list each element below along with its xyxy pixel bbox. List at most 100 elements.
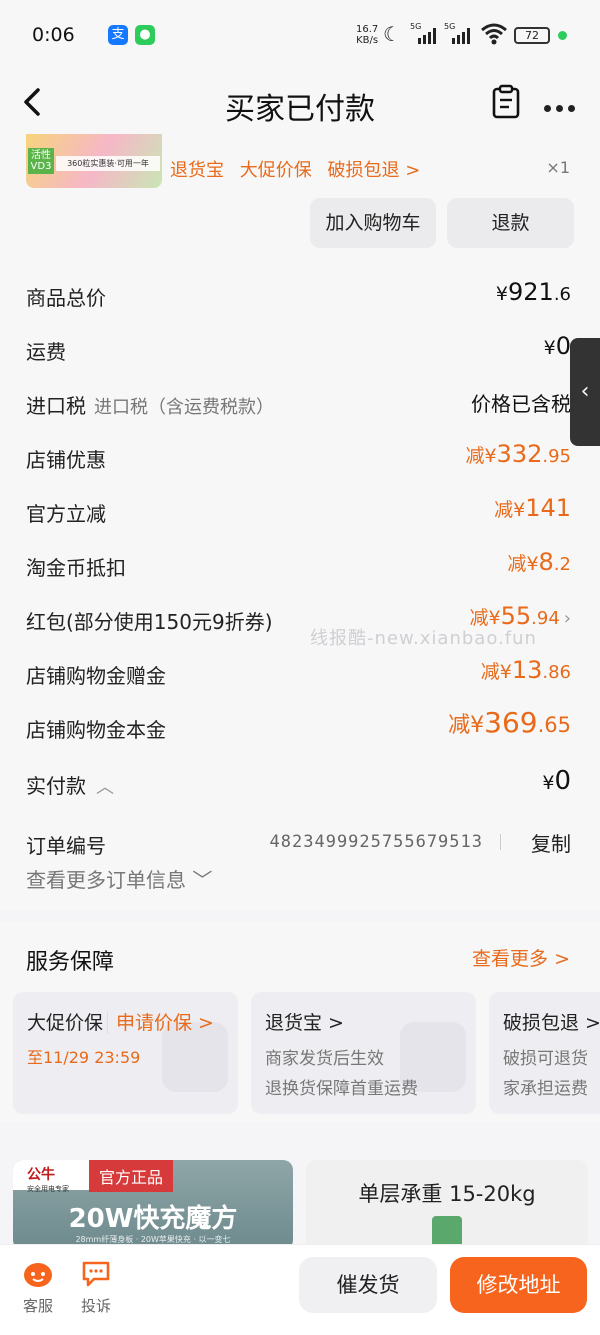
tag-price-protect: 大促价保	[239, 160, 312, 181]
tag-return-insurance: 退货宝	[170, 160, 224, 181]
row-value: 减¥141	[494, 494, 571, 522]
row-value: ¥0	[542, 766, 571, 796]
status-time: 0:06	[32, 24, 75, 46]
sim1-label: 5G	[410, 22, 422, 31]
customer-service-label: 客服	[22, 1297, 53, 1315]
battery-icon: 72	[514, 27, 550, 44]
row-label: 店铺优惠	[26, 448, 106, 472]
wechat-icon: ●	[135, 25, 155, 45]
chevron-up-icon: ︿	[96, 777, 114, 798]
service-card-damage-return[interactable]: 破损包退 > 破损可退货 家承担运费	[489, 992, 600, 1114]
price-row-paid[interactable]: 实付款 ︿ ¥0	[26, 764, 571, 804]
card-line: 退换货保障首重运费	[265, 1079, 418, 1099]
recommendations: 公牛 安全用电专家 官方正品 20W快充魔方 28mm纤薄身板 · 20W苹果快充…	[0, 1134, 600, 1250]
service-card-return-insurance[interactable]: 退货宝 > 商家发货后生效 退换货保障首重运费	[251, 992, 476, 1114]
product-quantity: ×1	[546, 158, 570, 177]
urge-shipment-button[interactable]: 催发货	[299, 1257, 437, 1313]
thumb-caption: 360粒实惠装·可用一年	[56, 156, 160, 171]
price-row-bonus-credit: 店铺购物金赠金 减¥13.86	[26, 654, 571, 694]
refund-button[interactable]: 退款	[447, 198, 574, 248]
recommendation-card[interactable]: 单层承重 15-20kg	[306, 1160, 588, 1250]
change-address-button[interactable]: 修改地址	[450, 1257, 587, 1313]
complain-label: 投诉	[80, 1297, 111, 1315]
card-line: 商家发货后生效	[265, 1049, 384, 1069]
alipay-icon: 支	[108, 25, 128, 45]
bottom-action-bar: 客服 投诉 催发货 修改地址	[0, 1244, 600, 1335]
chevron-left-icon: ‹	[580, 379, 590, 404]
watermark: 线报酷-new.xianbao.fun	[310, 628, 537, 649]
more-order-info-label: 查看更多订单信息	[26, 868, 186, 892]
price-row-import-tax: 进口税 进口税（含运费税款） 价格已含税	[26, 384, 571, 424]
recommendation-card[interactable]: 公牛 安全用电专家 官方正品 20W快充魔方 28mm纤薄身板 · 20W苹果快充…	[13, 1160, 293, 1250]
row-label: 商品总价	[26, 286, 106, 310]
price-row-official-discount: 官方立减 减¥141	[26, 492, 571, 532]
row-value: 减¥369.65	[448, 706, 571, 739]
row-label: 店铺购物金赠金	[26, 664, 166, 688]
service-guarantee-section: 服务保障 查看更多 > 大促价保 申请价保 > 至11/29 23:59 退货宝 …	[0, 922, 600, 1122]
row-label: 官方立减	[26, 502, 106, 526]
recording-dot-icon	[558, 31, 567, 40]
row-value: ¥0	[543, 332, 571, 360]
customer-service-button[interactable]: 客服	[18, 1259, 58, 1316]
row-label: 运费	[26, 340, 66, 364]
complain-button[interactable]: 投诉	[76, 1259, 116, 1316]
card-line: 破损可退货	[503, 1049, 588, 1069]
customer-service-icon	[24, 1263, 52, 1287]
service-card-price-protect[interactable]: 大促价保 申请价保 > 至11/29 23:59	[13, 992, 238, 1114]
wifi-icon	[481, 23, 507, 45]
row-value: 减¥8.2	[507, 548, 571, 576]
network-speed-unit: KB/s	[356, 35, 379, 46]
product-service-tags[interactable]: 退货宝 大促价保 破损包退 >	[170, 156, 430, 182]
add-to-cart-button[interactable]: 加入购物车	[310, 198, 436, 248]
order-number: 4823499925755679513	[269, 832, 483, 852]
deadline-text: 至11/29 23:59	[27, 1048, 141, 1067]
price-row-coins: 淘金币抵扣 减¥8.2	[26, 546, 571, 586]
card-line: 家承担运费	[503, 1079, 588, 1099]
recommendation-headline: 20W快充魔方	[68, 1204, 238, 1234]
card-title: 退货宝 >	[265, 1012, 344, 1034]
order-card: 活性VD3 360粒实惠装·可用一年 退货宝 大促价保 破损包退 > ×1 加入…	[0, 134, 600, 910]
price-row-principal-credit: 店铺购物金本金 减¥369.65	[26, 706, 571, 748]
order-number-label: 订单编号	[26, 834, 106, 858]
price-row-shipping: 运费 ¥0	[26, 330, 571, 370]
more-options-icon[interactable]	[544, 97, 580, 116]
row-value: 价格已含税	[471, 392, 571, 416]
recommendation-headline: 单层承重 15-20kg	[358, 1182, 536, 1206]
order-number-row: 订单编号 4823499925755679513 复制	[26, 824, 571, 864]
signal-icon: 5G	[410, 22, 440, 44]
row-label: 实付款 ︿	[26, 774, 114, 798]
moon-icon: ☾	[383, 22, 401, 46]
signal-icon: 5G	[444, 22, 474, 44]
divider	[500, 834, 501, 850]
side-collapse-tab[interactable]: ‹	[570, 338, 600, 446]
section-title: 服务保障	[26, 950, 115, 975]
clipboard-icon[interactable]	[490, 84, 522, 120]
card-title: 破损包退 >	[503, 1012, 600, 1034]
status-bar: 0:06 支 ● 16.7 KB/s ☾ 5G 5G 72	[0, 0, 600, 72]
row-label: 进口税 进口税（含运费税款）	[26, 394, 274, 418]
chevron-right-icon: ›	[563, 608, 571, 629]
row-label: 淘金币抵扣	[26, 556, 126, 580]
network-speed-value: 16.7	[356, 24, 379, 35]
brand-logo: 公牛 安全用电专家	[13, 1160, 89, 1193]
row-value: 减¥13.86	[480, 656, 571, 684]
price-row-store-discount: 店铺优惠 减¥332.95	[26, 438, 571, 478]
tag-damage-return: 破损包退 >	[327, 160, 421, 181]
official-genuine-badge: 官方正品	[89, 1160, 174, 1192]
row-label: 红包(部分使用150元9折券)	[26, 610, 273, 634]
network-speed: 16.7 KB/s	[356, 24, 378, 46]
complain-icon	[82, 1261, 110, 1287]
copy-button[interactable]: 复制	[531, 828, 571, 857]
product-thumbnail[interactable]: 活性VD3 360粒实惠装·可用一年	[26, 134, 162, 188]
navbar: 买家已付款	[0, 72, 600, 134]
see-more-link[interactable]: 查看更多 >	[472, 944, 570, 971]
card-title: 大促价保	[27, 1012, 104, 1034]
more-order-info-link[interactable]: 查看更多订单信息 ﹀	[26, 864, 212, 893]
row-value: ¥921.6	[495, 278, 571, 306]
chevron-down-icon: ﹀	[192, 868, 213, 892]
row-label: 店铺购物金本金	[26, 718, 166, 742]
apply-price-protect-link[interactable]: 申请价保 >	[107, 1012, 214, 1034]
thumb-label: 活性VD3	[28, 148, 54, 174]
sim2-label: 5G	[444, 22, 456, 31]
price-row-subtotal: 商品总价 ¥921.6	[26, 276, 571, 316]
